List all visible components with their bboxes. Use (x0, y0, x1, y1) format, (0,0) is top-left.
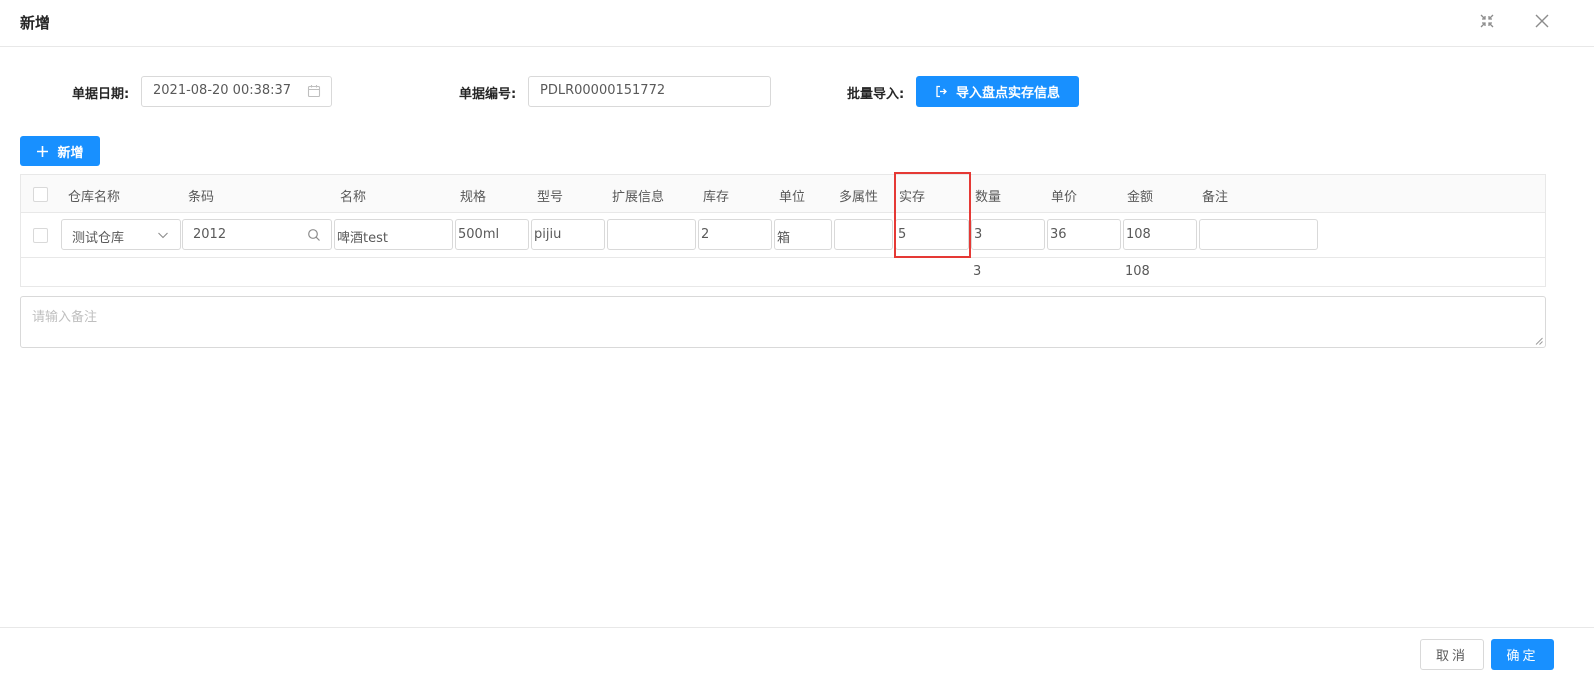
date-picker[interactable]: 2021-08-20 00:38:37 (141, 76, 332, 107)
add-row-button[interactable]: 新增 (20, 136, 100, 166)
unit-input[interactable]: 箱 (774, 219, 832, 250)
col-attr: 多属性 (839, 190, 879, 205)
name-input[interactable]: 啤酒test (334, 219, 453, 250)
number-label: 单据编号: (459, 87, 517, 102)
import-label: 批量导入: (847, 87, 905, 102)
sum-qty: 3 (973, 264, 982, 279)
select-all-checkbox[interactable] (33, 187, 48, 202)
col-model: 型号 (537, 190, 564, 205)
col-qty: 数量 (975, 190, 1002, 205)
fullscreen-icon[interactable] (1478, 12, 1496, 30)
warehouse-value: 测试仓库 (72, 231, 125, 246)
col-warehouse: 仓库名称 (68, 190, 121, 205)
table-header: 仓库名称 条码 名称 规格 型号 扩展信息 库存 单位 多属性 实存 数量 单价… (21, 175, 1545, 213)
col-stock: 库存 (703, 190, 730, 205)
number-input[interactable]: PDLR00000151772 (528, 76, 771, 107)
actual-input[interactable]: 5 (895, 219, 969, 250)
barcode-value: 2012 (193, 227, 227, 242)
price-input[interactable]: 36 (1047, 219, 1121, 250)
summary-row: 3 108 (21, 258, 1545, 286)
add-row-label: 新增 (57, 145, 84, 161)
sum-amount: 108 (1125, 264, 1150, 279)
row-checkbox[interactable] (33, 228, 48, 243)
warehouse-select[interactable]: 测试仓库 (61, 219, 181, 250)
ok-button[interactable]: 确定 (1491, 639, 1554, 670)
date-value: 2021-08-20 00:38:37 (153, 83, 292, 98)
col-unit: 单位 (779, 190, 806, 205)
detail-table: 仓库名称 条码 名称 规格 型号 扩展信息 库存 单位 多属性 实存 数量 单价… (20, 174, 1546, 287)
remark-placeholder: 请输入备注 (32, 310, 98, 325)
col-price: 单价 (1051, 190, 1078, 205)
dialog-footer: 取消 确定 (0, 627, 1594, 689)
col-note: 备注 (1202, 190, 1229, 205)
stock-input[interactable]: 2 (698, 219, 772, 250)
col-barcode: 条码 (188, 190, 215, 205)
resize-grip-icon[interactable] (1535, 337, 1543, 345)
import-button-label: 导入盘点实存信息 (955, 86, 1060, 101)
col-name: 名称 (340, 190, 367, 205)
col-ext: 扩展信息 (612, 190, 665, 205)
close-icon[interactable] (1533, 12, 1551, 30)
col-amount: 金额 (1127, 190, 1154, 205)
number-value: PDLR00000151772 (540, 83, 666, 98)
date-label: 单据日期: (72, 87, 130, 102)
col-actual: 实存 (899, 190, 926, 205)
chevron-down-icon (156, 228, 170, 242)
spec-input[interactable]: 500ml (455, 219, 529, 250)
remark-textarea[interactable]: 请输入备注 (20, 296, 1546, 348)
search-icon[interactable] (307, 228, 321, 242)
model-input[interactable]: pijiu (531, 219, 605, 250)
calendar-icon (307, 84, 321, 98)
barcode-input[interactable]: 2012 (182, 219, 332, 250)
cancel-button[interactable]: 取消 (1420, 639, 1484, 670)
attr-input[interactable] (834, 219, 893, 250)
col-spec: 规格 (460, 190, 487, 205)
dialog-header: 新增 (0, 0, 1594, 47)
amount-input[interactable]: 108 (1123, 219, 1197, 250)
plus-icon (37, 145, 49, 157)
table-row: 测试仓库 2012 啤酒test 500ml pijiu 2 箱 5 3 36 … (21, 213, 1545, 258)
qty-input[interactable]: 3 (971, 219, 1045, 250)
import-icon (936, 85, 947, 98)
dialog-title: 新增 (20, 14, 51, 32)
note-input[interactable] (1199, 219, 1318, 250)
import-button[interactable]: 导入盘点实存信息 (916, 76, 1079, 107)
ext-input[interactable] (607, 219, 696, 250)
